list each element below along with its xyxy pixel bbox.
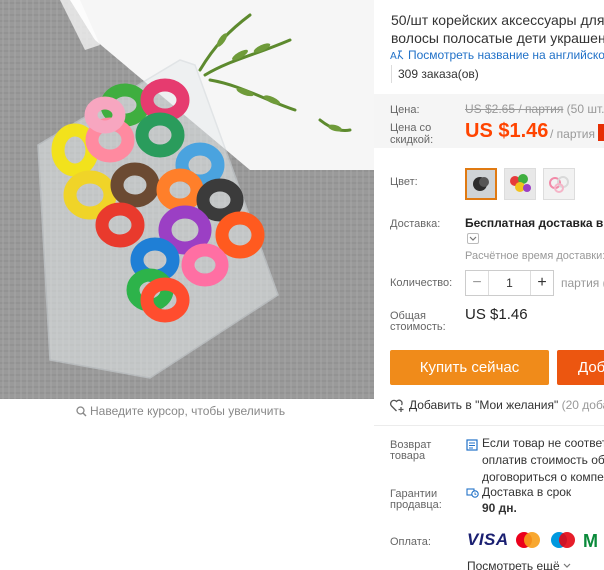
orders-count: 309 заказа(ов): [398, 67, 479, 81]
visa-logo: VISA: [467, 530, 509, 549]
chevron-down-icon[interactable]: [467, 233, 479, 244]
magnifier-icon: [76, 406, 87, 420]
delivery-clock-icon: [466, 486, 479, 504]
product-title-line-2: волосы полосатые дети украшени: [391, 30, 604, 46]
translate-icon: A: [390, 49, 404, 65]
maestro-logo: [549, 531, 577, 549]
divider: [374, 425, 604, 426]
sale-price-label-line-1: Цена со: [390, 122, 432, 134]
mastercard-logo: [514, 531, 542, 549]
old-price: US $2.65 / партия (50 шт. /: [465, 102, 604, 116]
quantity-increase-button[interactable]: +: [531, 271, 553, 295]
color-label: Цвет:: [390, 176, 418, 188]
guarantee-text-line-2: 90 дн.: [482, 501, 517, 515]
return-document-icon: [466, 438, 478, 456]
total-label-line-2: стоимость:: [390, 321, 446, 333]
returns-text-line-1: Если товар не соответст: [482, 436, 604, 450]
quantity-stepper: − 1 +: [465, 270, 554, 296]
add-to-wishlist-link[interactable]: Добавить в "Мои желания" (20 добав: [390, 398, 604, 415]
heart-plus-icon: [390, 399, 405, 415]
product-photo-graphic: [0, 0, 374, 399]
sale-price: US $1.46: [465, 120, 549, 142]
per-lot-unit: / партия: [550, 127, 595, 141]
wishlist-count: (20 добав: [561, 398, 604, 412]
more-payment-methods-link[interactable]: Посмотреть ещё: [467, 559, 571, 570]
shipping-label: Доставка:: [390, 218, 441, 230]
product-main-image[interactable]: [0, 0, 374, 399]
quantity-decrease-button[interactable]: −: [466, 271, 488, 295]
total-price: US $1.46: [465, 306, 528, 323]
shipping-method[interactable]: Бесплатная доставка в Ru: [465, 216, 604, 230]
svg-text:A: A: [390, 51, 397, 62]
sale-price-label-line-2: скидкой:: [390, 134, 434, 146]
zoom-hint-text: Наведите курсор, чтобы увеличить: [90, 404, 286, 418]
add-to-cart-button[interactable]: Добав: [557, 350, 604, 385]
quantity-input[interactable]: 1: [488, 271, 531, 295]
color-swatch-1[interactable]: [465, 168, 497, 200]
swatch-image: [505, 169, 535, 199]
swatch-image: [544, 169, 574, 199]
discount-badge: [598, 124, 604, 141]
color-swatch-3[interactable]: [543, 168, 575, 200]
divider: [391, 65, 392, 83]
old-price-extra: (50 шт. /: [566, 102, 604, 116]
returns-label-line-2: товара: [390, 450, 426, 462]
quantity-unit: партия (: [561, 276, 604, 290]
translate-link-text: Посмотреть название на английском: [408, 48, 604, 62]
zoom-hint: Наведите курсор, чтобы увеличить: [76, 404, 285, 420]
product-title-line-1: 50/шт корейских аксессуары для в: [391, 12, 604, 28]
payment-logo-partial: M: [583, 531, 598, 551]
old-price-value: US $2.65 / партия: [465, 102, 564, 116]
price-label: Цена:: [390, 104, 420, 116]
color-swatch-2[interactable]: [504, 168, 536, 200]
guarantee-label-line-2: продавца:: [390, 499, 442, 511]
wishlist-text: Добавить в "Мои желания": [409, 398, 559, 412]
guarantee-text-line-1: Доставка в срок: [482, 485, 572, 499]
swatch-image: [467, 170, 495, 198]
translate-link[interactable]: A Посмотреть название на английском: [390, 48, 604, 65]
buy-now-button[interactable]: Купить сейчас: [390, 350, 549, 385]
chevron-down-icon: [563, 563, 571, 568]
more-payment-methods-text: Посмотреть ещё: [467, 559, 560, 570]
returns-text-line-2: оплатив стоимость обра: [482, 453, 604, 467]
quantity-label: Количество:: [390, 277, 453, 289]
payment-label: Оплата:: [390, 536, 431, 548]
delivery-estimate: Расчётное время доставки:: [465, 250, 604, 262]
